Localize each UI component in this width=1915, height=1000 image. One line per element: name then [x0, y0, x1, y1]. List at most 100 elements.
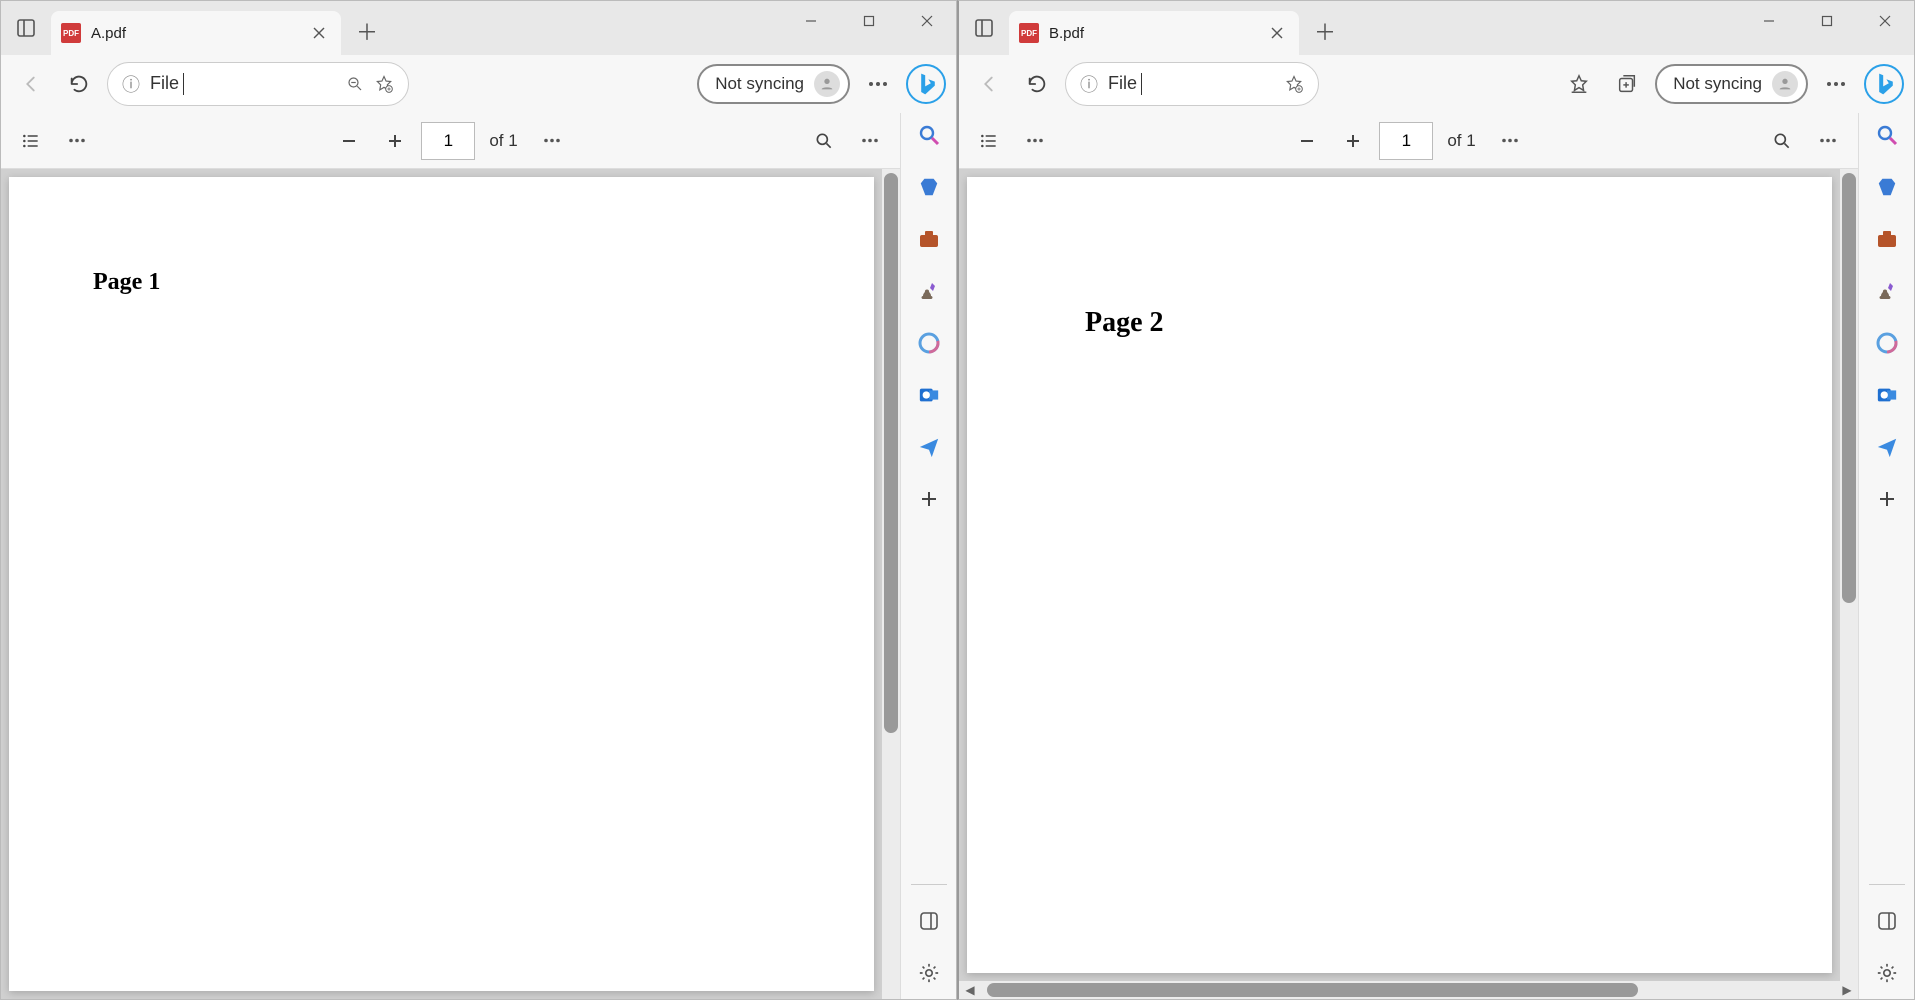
- sidebar-search-icon[interactable]: [1871, 119, 1903, 151]
- maximize-button[interactable]: [1798, 1, 1856, 41]
- sidebar-tools-icon[interactable]: [913, 223, 945, 255]
- pdf-more-mid[interactable]: [1490, 121, 1530, 161]
- scroll-right-arrow[interactable]: ▶: [1836, 983, 1858, 997]
- address-bar[interactable]: ⓘ File: [1065, 62, 1319, 106]
- nav-bar: ⓘ File Not syncing: [1, 55, 956, 113]
- tab-strip: PDF A.pdf ＋: [1, 1, 956, 55]
- viewer-column: of 1 Page 2 ◀ ▶: [959, 113, 1858, 999]
- pdf-more-mid[interactable]: [532, 121, 572, 161]
- page-number-input[interactable]: [1379, 122, 1433, 160]
- pdf-file-icon: PDF: [61, 23, 81, 43]
- pdf-page: Page 1: [9, 177, 874, 991]
- close-tab-button[interactable]: [307, 21, 331, 45]
- scrollbar-thumb[interactable]: [884, 173, 898, 733]
- sidebar-settings-icon[interactable]: [913, 957, 945, 989]
- horizontal-scrollbar[interactable]: ◀ ▶: [959, 981, 1858, 999]
- sidebar-m365-icon[interactable]: [1871, 327, 1903, 359]
- tab-title: B.pdf: [1049, 25, 1265, 42]
- sidebar-m365-icon[interactable]: [913, 327, 945, 359]
- refresh-button[interactable]: [59, 64, 99, 104]
- more-menu-button[interactable]: [1816, 64, 1856, 104]
- sidebar-outlook-icon[interactable]: [1871, 379, 1903, 411]
- page-canvas: Page 2: [959, 169, 1840, 981]
- profile-avatar-icon: [1772, 71, 1798, 97]
- sidebar-shopping-icon[interactable]: [1871, 171, 1903, 203]
- sidebar-divider: [1869, 884, 1905, 885]
- tab-title: A.pdf: [91, 25, 307, 42]
- work-area: of 1 Page 2 ◀ ▶: [959, 113, 1914, 999]
- address-text: File: [150, 73, 336, 95]
- sidebar-send-icon[interactable]: [913, 431, 945, 463]
- sidebar-send-icon[interactable]: [1871, 431, 1903, 463]
- pdf-page: Page 2: [967, 177, 1832, 973]
- vertical-scrollbar[interactable]: [882, 169, 900, 999]
- edge-sidebar: [1858, 113, 1914, 999]
- minimize-button[interactable]: [1740, 1, 1798, 41]
- scrollbar-thumb[interactable]: [1842, 173, 1856, 603]
- new-tab-button[interactable]: ＋: [1305, 11, 1345, 51]
- sidebar-shopping-icon[interactable]: [913, 171, 945, 203]
- sidebar-search-icon[interactable]: [913, 119, 945, 151]
- pdf-viewport[interactable]: Page 2: [959, 169, 1858, 981]
- vertical-scrollbar[interactable]: [1840, 169, 1858, 981]
- scrollbar-thumb[interactable]: [987, 983, 1638, 997]
- browser-tab[interactable]: PDF B.pdf: [1009, 11, 1299, 55]
- new-tab-button[interactable]: ＋: [347, 11, 387, 51]
- pdf-viewport[interactable]: Page 1: [1, 169, 900, 999]
- close-tab-button[interactable]: [1265, 21, 1289, 45]
- back-button[interactable]: [11, 64, 51, 104]
- sidebar-games-icon[interactable]: [913, 275, 945, 307]
- find-button[interactable]: [1762, 121, 1802, 161]
- contents-button[interactable]: [969, 121, 1009, 161]
- tab-actions-button[interactable]: [967, 11, 1001, 45]
- sidebar-panel-toggle-icon[interactable]: [913, 905, 945, 937]
- sidebar-games-icon[interactable]: [1871, 275, 1903, 307]
- zoom-in-button[interactable]: [375, 121, 415, 161]
- sidebar-add-button[interactable]: [913, 483, 945, 515]
- zoom-out-button[interactable]: [1287, 121, 1327, 161]
- site-info-icon[interactable]: ⓘ: [122, 71, 140, 97]
- tab-actions-button[interactable]: [9, 11, 43, 45]
- favorite-star-icon[interactable]: [1284, 74, 1304, 94]
- sync-label: Not syncing: [715, 74, 804, 94]
- scroll-left-arrow[interactable]: ◀: [959, 983, 981, 997]
- favorites-button[interactable]: [1559, 64, 1599, 104]
- zoom-icon[interactable]: [346, 75, 364, 93]
- close-window-button[interactable]: [898, 1, 956, 41]
- sidebar-panel-toggle-icon[interactable]: [1871, 905, 1903, 937]
- pdf-more-left[interactable]: [1015, 121, 1055, 161]
- favorite-star-icon[interactable]: [374, 74, 394, 94]
- zoom-in-button[interactable]: [1333, 121, 1373, 161]
- maximize-button[interactable]: [840, 1, 898, 41]
- browser-tab[interactable]: PDF A.pdf: [51, 11, 341, 55]
- back-button[interactable]: [969, 64, 1009, 104]
- collections-button[interactable]: [1607, 64, 1647, 104]
- find-button[interactable]: [804, 121, 844, 161]
- profile-avatar-icon: [814, 71, 840, 97]
- pdf-more-right[interactable]: [850, 121, 890, 161]
- refresh-button[interactable]: [1017, 64, 1057, 104]
- work-area: of 1 Page 1: [1, 113, 956, 999]
- contents-button[interactable]: [11, 121, 51, 161]
- sidebar-tools-icon[interactable]: [1871, 223, 1903, 255]
- bing-button[interactable]: [1864, 64, 1904, 104]
- site-info-icon[interactable]: ⓘ: [1080, 71, 1098, 97]
- profile-sync-chip[interactable]: Not syncing: [1655, 64, 1808, 104]
- bing-button[interactable]: [906, 64, 946, 104]
- nav-bar: ⓘ File Not syncing: [959, 55, 1914, 113]
- close-window-button[interactable]: [1856, 1, 1914, 41]
- pdf-more-left[interactable]: [57, 121, 97, 161]
- minimize-button[interactable]: [782, 1, 840, 41]
- pdf-more-right[interactable]: [1808, 121, 1848, 161]
- sidebar-add-button[interactable]: [1871, 483, 1903, 515]
- sidebar-settings-icon[interactable]: [1871, 957, 1903, 989]
- more-menu-button[interactable]: [858, 64, 898, 104]
- page-number-input[interactable]: [421, 122, 475, 160]
- profile-sync-chip[interactable]: Not syncing: [697, 64, 850, 104]
- zoom-out-button[interactable]: [329, 121, 369, 161]
- tab-strip: PDF B.pdf ＋: [959, 1, 1914, 55]
- sidebar-outlook-icon[interactable]: [913, 379, 945, 411]
- address-bar[interactable]: ⓘ File: [107, 62, 409, 106]
- pdf-toolbar: of 1: [959, 113, 1858, 169]
- browser-window-left: PDF A.pdf ＋ ⓘ File Not syncing: [0, 0, 957, 1000]
